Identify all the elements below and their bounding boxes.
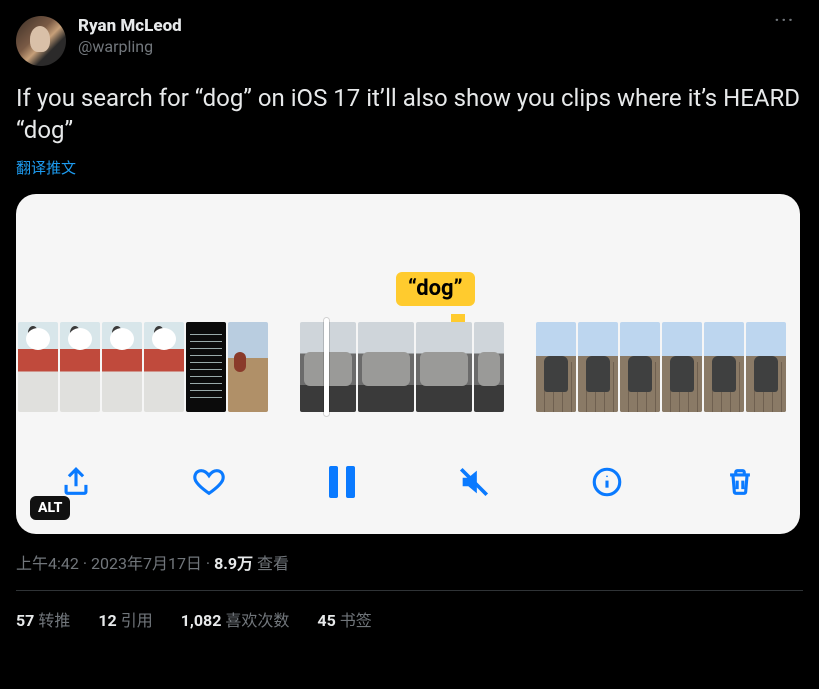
heart-icon[interactable] <box>189 462 229 502</box>
trash-icon[interactable] <box>720 462 760 502</box>
clip-thumbnail[interactable] <box>186 322 226 412</box>
clip-thumbnail[interactable] <box>358 322 414 412</box>
author-display-name[interactable]: Ryan McLeod <box>78 16 182 37</box>
clip-thumbnail[interactable] <box>474 322 504 412</box>
views-label: 查看 <box>253 554 289 573</box>
post-time[interactable]: 上午4:42 <box>16 554 79 573</box>
bookmarks-stat[interactable]: 45书签 <box>317 607 371 631</box>
tweet-meta: 上午4:42 · 2023年7月17日 · 8.9万 查看 <box>16 550 803 574</box>
post-date[interactable]: 2023年7月17日 <box>91 554 202 573</box>
clip-thumbnail[interactable] <box>662 322 702 412</box>
pause-icon[interactable] <box>322 462 362 502</box>
clip-thumbnail[interactable] <box>102 322 142 412</box>
clip-thumbnail[interactable] <box>228 322 268 412</box>
clip-group-2[interactable] <box>300 322 504 412</box>
author-names: Ryan McLeod @warpling <box>78 16 182 57</box>
clip-group-1[interactable] <box>18 322 268 412</box>
clip-thumbnail[interactable] <box>18 322 58 412</box>
tweet-container: ··· Ryan McLeod @warpling If you search … <box>0 0 819 631</box>
info-icon[interactable] <box>587 462 627 502</box>
media-card[interactable]: “dog” <box>16 194 800 534</box>
tweet-text: If you search for “dog” on iOS 17 it’ll … <box>16 82 803 147</box>
clip-thumbnail[interactable] <box>60 322 100 412</box>
likes-stat[interactable]: 1,082喜欢次数 <box>181 607 290 631</box>
media-toolbar <box>16 456 800 508</box>
quotes-stat[interactable]: 12引用 <box>98 607 152 631</box>
clip-thumbnail[interactable] <box>416 322 472 412</box>
more-button[interactable]: ··· <box>775 10 795 29</box>
clip-thumbnail[interactable] <box>704 322 744 412</box>
clip-thumbnail[interactable] <box>578 322 618 412</box>
tweet-stats: 57转推 12引用 1,082喜欢次数 45书签 <box>16 591 803 631</box>
avatar[interactable] <box>16 16 66 66</box>
alt-badge[interactable]: ALT <box>30 496 70 520</box>
clip-thumbnail[interactable] <box>620 322 660 412</box>
views-count: 8.9万 <box>214 554 253 573</box>
mute-icon[interactable] <box>454 462 494 502</box>
clip-thumbnail[interactable] <box>746 322 786 412</box>
clip-thumbnail[interactable] <box>144 322 184 412</box>
search-bubble: “dog” <box>396 272 475 306</box>
clip-thumbnail[interactable] <box>536 322 576 412</box>
author-handle[interactable]: @warpling <box>78 37 182 57</box>
tweet-header: Ryan McLeod @warpling <box>16 16 803 66</box>
timeline-strip[interactable] <box>16 322 800 412</box>
translate-link[interactable]: 翻译推文 <box>16 157 803 178</box>
clip-group-3[interactable] <box>536 322 786 412</box>
playhead[interactable] <box>324 318 329 416</box>
retweets-stat[interactable]: 57转推 <box>16 607 70 631</box>
